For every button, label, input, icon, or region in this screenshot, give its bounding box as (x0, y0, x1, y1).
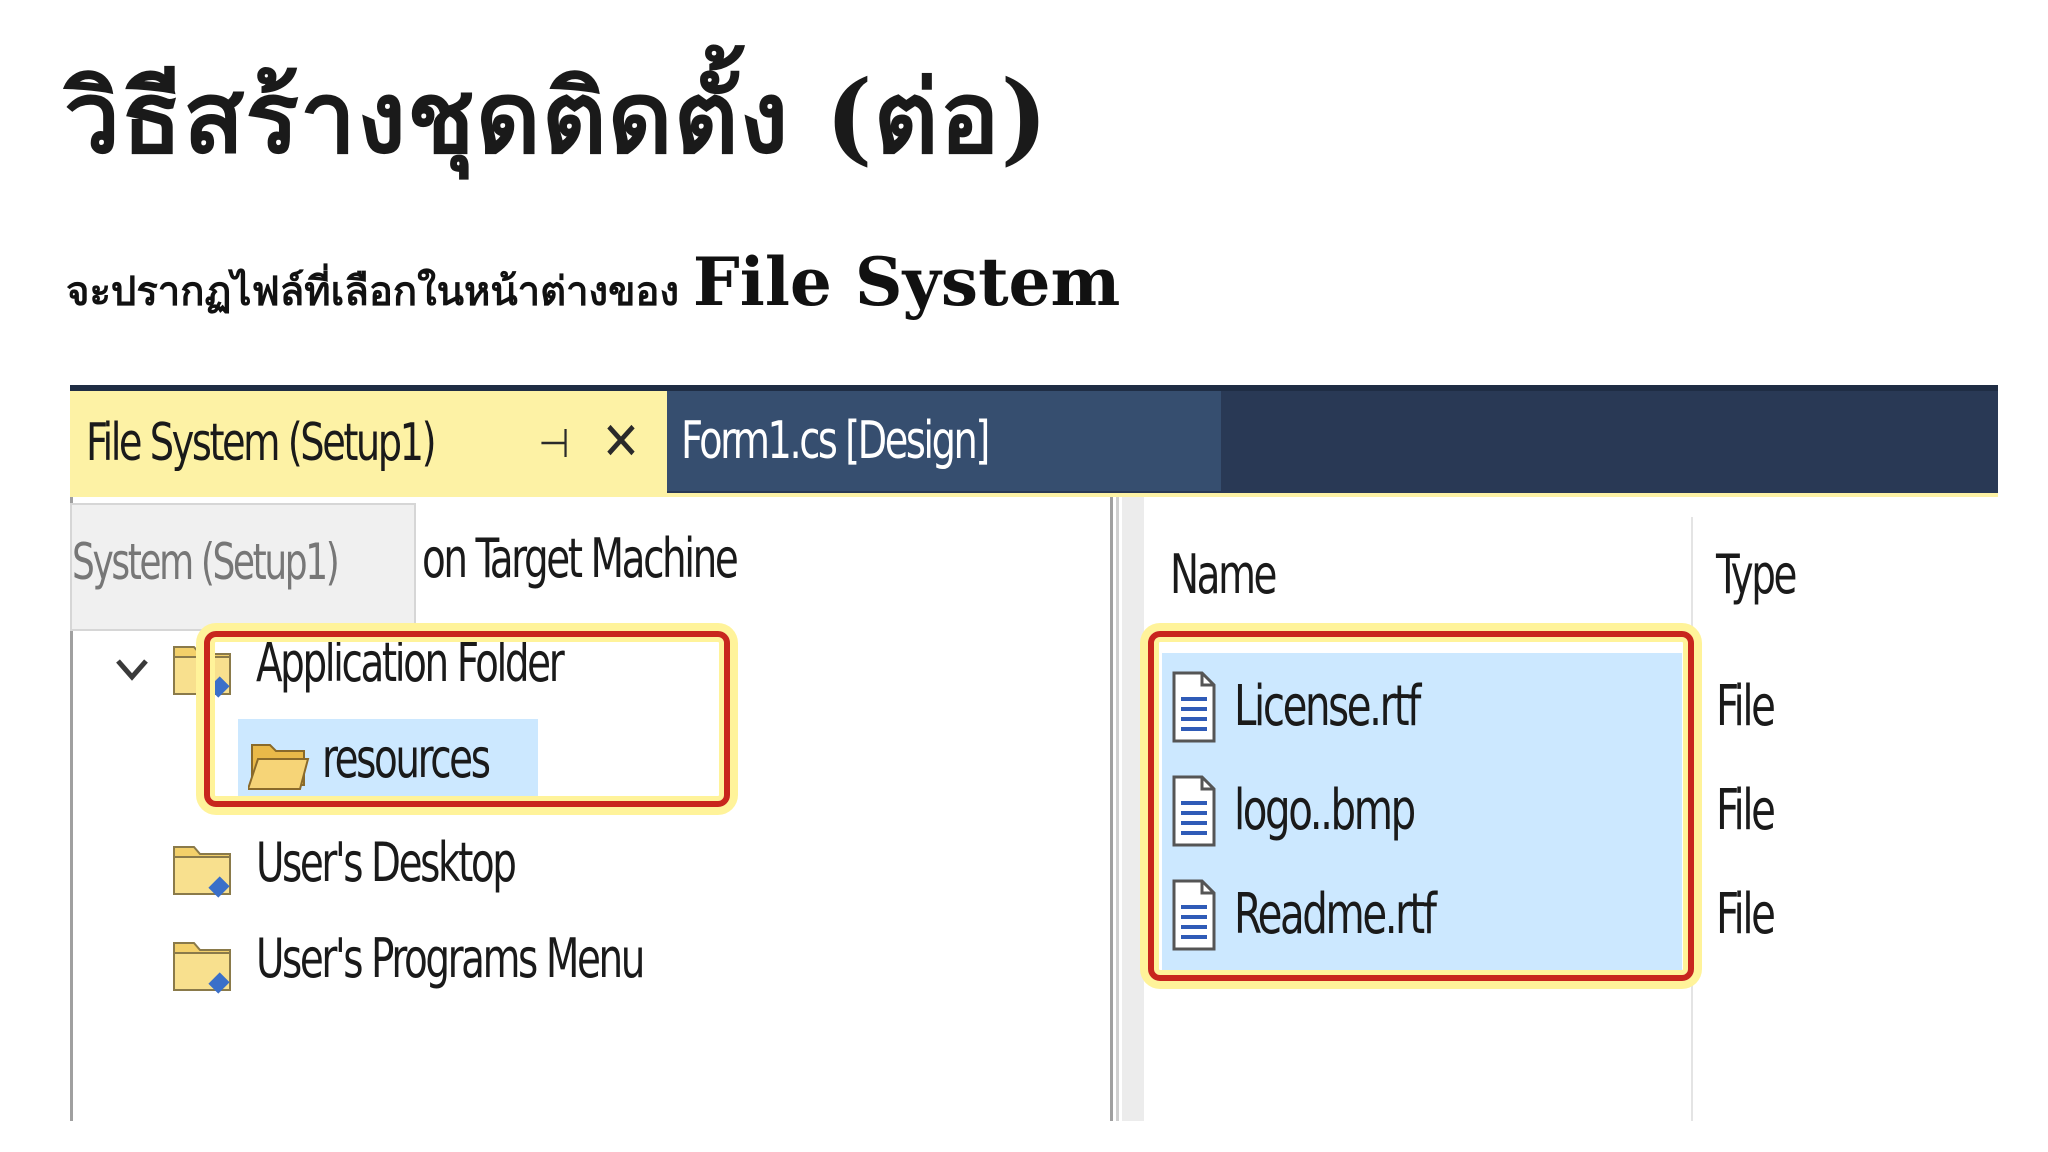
file-type: File (1716, 882, 1776, 947)
annotation-highlight-tree (204, 631, 730, 807)
close-icon[interactable]: ✕ (598, 416, 644, 468)
column-header-name[interactable]: Name (1170, 543, 1277, 606)
file-type: File (1716, 674, 1776, 739)
slide-title: วิธีสร้างชุดติดตั้ง (ต่อ) (64, 58, 1049, 176)
pane-splitter[interactable] (1122, 497, 1144, 1121)
slide-subtitle: จะปรากฏไฟล์ที่เลือกในหน้าต่างของ File Sy… (66, 240, 1120, 326)
tab-file-system-label: File System (Setup1) (86, 413, 437, 473)
tree-root-label[interactable]: on Target Machine (422, 527, 739, 590)
folder-icon (173, 942, 231, 994)
annotation-highlight-files (1148, 631, 1694, 981)
left-pane-right-edge-inner (1116, 497, 1119, 1121)
subtitle-latin-text: File System (692, 243, 1121, 321)
left-pane-right-edge (1110, 497, 1113, 1121)
tooltip-overlay-text: System (Setup1) (72, 533, 340, 591)
tree-node-label: User's Programs Menu (256, 927, 645, 990)
ide-screenshot: File System (Setup1) ⊣ ✕ Form1.cs [Desig… (70, 385, 1998, 1121)
folder-icon (173, 846, 231, 898)
tab-file-system[interactable]: File System (Setup1) ⊣ ✕ (70, 391, 667, 497)
pin-icon[interactable]: ⊣ (534, 419, 574, 469)
tooltip-overlay: System (Setup1) (70, 503, 416, 631)
file-type: File (1716, 778, 1776, 843)
document-tab-strip: File System (Setup1) ⊣ ✕ Form1.cs [Desig… (70, 385, 1998, 497)
chevron-down-icon[interactable] (110, 647, 154, 691)
subtitle-thai-text: จะปรากฏไฟล์ที่เลือกในหน้าต่างของ (66, 268, 693, 315)
tab-form1-design[interactable]: Form1.cs [Design] (667, 391, 1221, 491)
tree-node-label: User's Desktop (256, 831, 517, 894)
column-header-type[interactable]: Type (1716, 543, 1797, 606)
tab-form1-design-label: Form1.cs [Design] (681, 411, 990, 471)
